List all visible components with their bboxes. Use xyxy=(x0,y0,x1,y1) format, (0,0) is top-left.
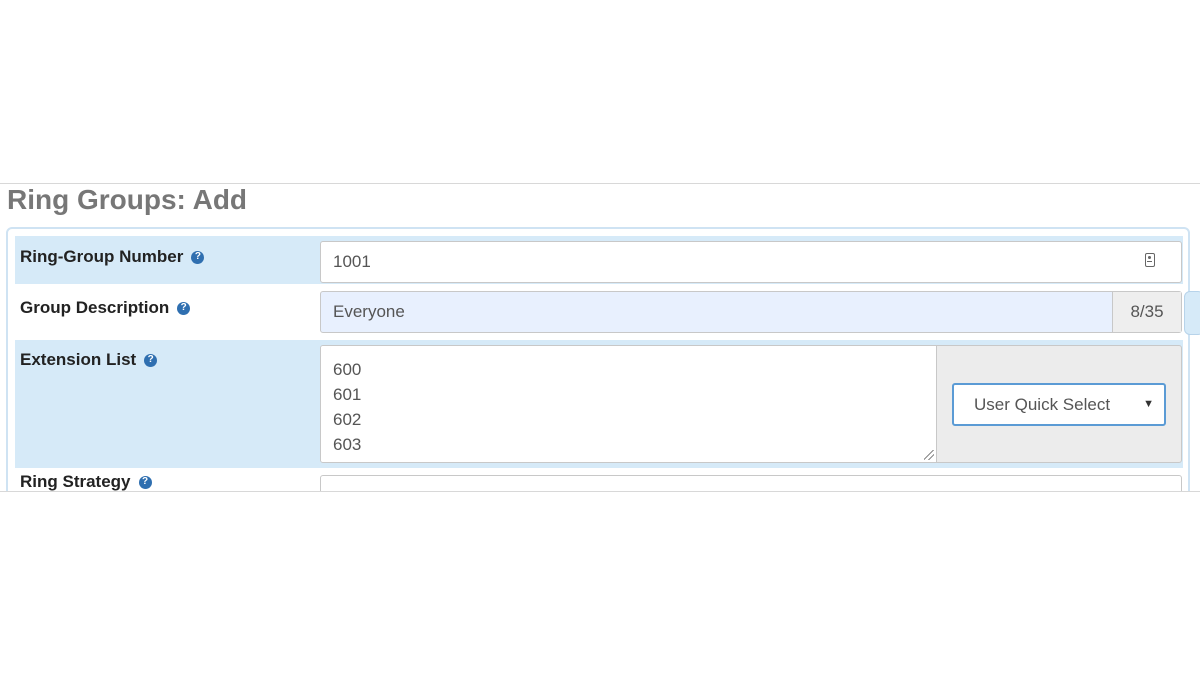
extension-line: 602 xyxy=(333,410,362,429)
group-description-label-text: Group Description xyxy=(20,298,170,317)
side-panel-tab[interactable] xyxy=(1184,291,1200,335)
group-description-label: Group Description ? xyxy=(20,298,191,318)
ring-group-number-label-text: Ring-Group Number xyxy=(20,247,184,266)
ring-group-number-value: 1001 xyxy=(333,252,371,271)
extension-list-label-text: Extension List xyxy=(20,350,137,369)
page-viewport: Ring Groups: Add Ring-Group Number ? 100… xyxy=(0,183,1200,492)
user-quick-select-label: User Quick Select xyxy=(974,394,1111,414)
character-counter: 8/35 xyxy=(1112,292,1181,332)
group-description-value: Everyone xyxy=(333,302,405,321)
extension-list-group: 600 601 602 603 User Quick Select ▼ xyxy=(320,345,1182,463)
resize-grip-icon[interactable] xyxy=(924,450,934,460)
extension-list-label: Extension List ? xyxy=(20,350,158,370)
ring-strategy-select[interactable] xyxy=(320,475,1182,491)
help-icon[interactable]: ? xyxy=(177,301,191,315)
help-icon[interactable]: ? xyxy=(144,353,158,367)
extension-list-row: Extension List ? 600 601 602 603 User Qu… xyxy=(15,340,1183,468)
ring-group-number-row: Ring-Group Number ? 1001 xyxy=(15,236,1183,284)
group-description-row: Group Description ? Everyone 8/35 xyxy=(15,284,1183,340)
user-quick-select[interactable]: User Quick Select ▼ xyxy=(952,383,1166,426)
ring-group-number-label: Ring-Group Number ? xyxy=(20,247,205,267)
help-icon[interactable]: ? xyxy=(191,250,205,264)
ring-strategy-label-text: Ring Strategy xyxy=(20,472,131,491)
contact-card-icon[interactable] xyxy=(1145,253,1155,267)
ring-group-number-input[interactable]: 1001 xyxy=(320,241,1182,283)
ring-group-form: Ring-Group Number ? 1001 Group Descripti… xyxy=(6,227,1190,491)
ring-strategy-label: Ring Strategy ? xyxy=(20,472,152,491)
extension-list-textarea[interactable]: 600 601 602 603 xyxy=(321,346,937,462)
group-description-input[interactable]: Everyone 8/35 xyxy=(320,291,1182,333)
ring-strategy-row: Ring Strategy ? xyxy=(15,468,1183,491)
help-icon[interactable]: ? xyxy=(138,475,152,489)
extension-line: 600 xyxy=(333,360,362,379)
caret-down-icon: ▼ xyxy=(1143,398,1154,410)
page-title: Ring Groups: Add xyxy=(7,184,248,215)
extension-line: 601 xyxy=(333,385,362,404)
extension-line: 603 xyxy=(333,435,362,454)
